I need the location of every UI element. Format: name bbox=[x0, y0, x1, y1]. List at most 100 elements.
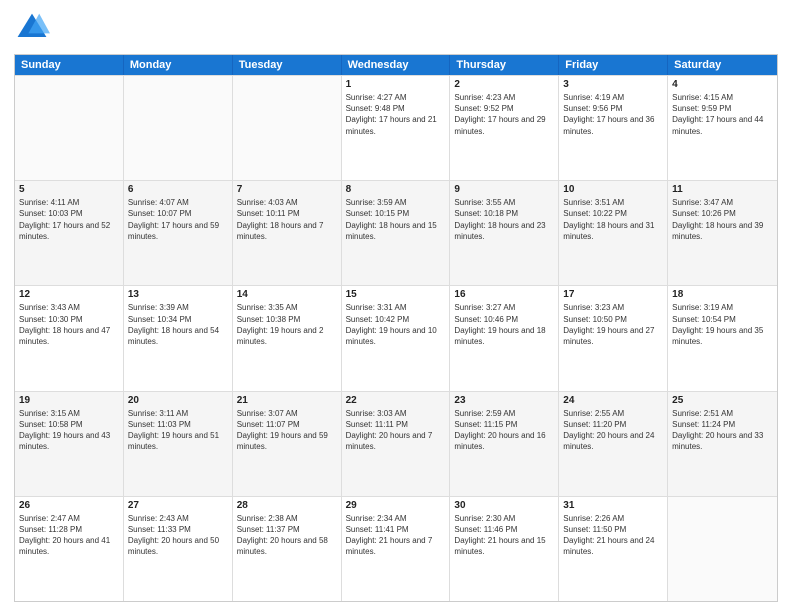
day-info: Sunrise: 4:27 AM Sunset: 9:48 PM Dayligh… bbox=[346, 92, 446, 137]
day-info: Sunrise: 3:19 AM Sunset: 10:54 PM Daylig… bbox=[672, 302, 773, 347]
calendar-cell: 20 Sunrise: 3:11 AM Sunset: 11:03 PM Dayl… bbox=[124, 392, 233, 496]
calendar-cell: 10 Sunrise: 3:51 AM Sunset: 10:22 PM Dayl… bbox=[559, 181, 668, 285]
day-info: Sunrise: 2:55 AM Sunset: 11:20 PM Daylig… bbox=[563, 408, 663, 453]
day-info: Sunrise: 3:03 AM Sunset: 11:11 PM Daylig… bbox=[346, 408, 446, 453]
calendar-header-thursday: Thursday bbox=[450, 55, 559, 75]
calendar-cell: 2Sunrise: 4:23 AM Sunset: 9:52 PM Daylig… bbox=[450, 76, 559, 180]
calendar-cell: 18 Sunrise: 3:19 AM Sunset: 10:54 PM Dayl… bbox=[668, 286, 777, 390]
day-info: Sunrise: 3:11 AM Sunset: 11:03 PM Daylig… bbox=[128, 408, 228, 453]
calendar-cell: 30 Sunrise: 2:30 AM Sunset: 11:46 PM Dayl… bbox=[450, 497, 559, 601]
day-number: 13 bbox=[128, 289, 228, 300]
day-info: Sunrise: 3:27 AM Sunset: 10:46 PM Daylig… bbox=[454, 302, 554, 347]
calendar-cell bbox=[668, 497, 777, 601]
day-info: Sunrise: 2:34 AM Sunset: 11:41 PM Daylig… bbox=[346, 513, 446, 558]
day-info: Sunrise: 2:43 AM Sunset: 11:33 PM Daylig… bbox=[128, 513, 228, 558]
day-info: Sunrise: 2:30 AM Sunset: 11:46 PM Daylig… bbox=[454, 513, 554, 558]
calendar-header-wednesday: Wednesday bbox=[342, 55, 451, 75]
day-info: Sunrise: 3:51 AM Sunset: 10:22 PM Daylig… bbox=[563, 197, 663, 242]
calendar-cell: 6 Sunrise: 4:07 AM Sunset: 10:07 PM Dayli… bbox=[124, 181, 233, 285]
day-info: Sunrise: 2:38 AM Sunset: 11:37 PM Daylig… bbox=[237, 513, 337, 558]
calendar-cell: 11 Sunrise: 3:47 AM Sunset: 10:26 PM Dayl… bbox=[668, 181, 777, 285]
day-number: 10 bbox=[563, 184, 663, 195]
calendar-header-saturday: Saturday bbox=[668, 55, 777, 75]
calendar-cell: 19 Sunrise: 3:15 AM Sunset: 10:58 PM Dayl… bbox=[15, 392, 124, 496]
day-info: Sunrise: 2:47 AM Sunset: 11:28 PM Daylig… bbox=[19, 513, 119, 558]
calendar-cell bbox=[233, 76, 342, 180]
day-number: 12 bbox=[19, 289, 119, 300]
day-number: 15 bbox=[346, 289, 446, 300]
day-number: 16 bbox=[454, 289, 554, 300]
day-number: 30 bbox=[454, 500, 554, 511]
calendar-cell: 12 Sunrise: 3:43 AM Sunset: 10:30 PM Dayl… bbox=[15, 286, 124, 390]
calendar-cell: 13 Sunrise: 3:39 AM Sunset: 10:34 PM Dayl… bbox=[124, 286, 233, 390]
day-info: Sunrise: 3:47 AM Sunset: 10:26 PM Daylig… bbox=[672, 197, 773, 242]
calendar-cell: 23 Sunrise: 2:59 AM Sunset: 11:15 PM Dayl… bbox=[450, 392, 559, 496]
page: SundayMondayTuesdayWednesdayThursdayFrid… bbox=[0, 0, 792, 612]
day-info: Sunrise: 4:11 AM Sunset: 10:03 PM Daylig… bbox=[19, 197, 119, 242]
day-info: Sunrise: 3:35 AM Sunset: 10:38 PM Daylig… bbox=[237, 302, 337, 347]
calendar-cell: 9 Sunrise: 3:55 AM Sunset: 10:18 PM Dayli… bbox=[450, 181, 559, 285]
day-info: Sunrise: 4:07 AM Sunset: 10:07 PM Daylig… bbox=[128, 197, 228, 242]
day-info: Sunrise: 3:23 AM Sunset: 10:50 PM Daylig… bbox=[563, 302, 663, 347]
day-info: Sunrise: 4:03 AM Sunset: 10:11 PM Daylig… bbox=[237, 197, 337, 242]
day-number: 29 bbox=[346, 500, 446, 511]
day-number: 24 bbox=[563, 395, 663, 406]
calendar-header-monday: Monday bbox=[124, 55, 233, 75]
calendar: SundayMondayTuesdayWednesdayThursdayFrid… bbox=[14, 54, 778, 602]
day-info: Sunrise: 4:23 AM Sunset: 9:52 PM Dayligh… bbox=[454, 92, 554, 137]
calendar-cell: 7 Sunrise: 4:03 AM Sunset: 10:11 PM Dayli… bbox=[233, 181, 342, 285]
day-number: 8 bbox=[346, 184, 446, 195]
day-number: 9 bbox=[454, 184, 554, 195]
calendar-body: 1Sunrise: 4:27 AM Sunset: 9:48 PM Daylig… bbox=[15, 75, 777, 601]
day-info: Sunrise: 2:59 AM Sunset: 11:15 PM Daylig… bbox=[454, 408, 554, 453]
logo-icon bbox=[14, 10, 50, 46]
day-number: 25 bbox=[672, 395, 773, 406]
calendar-header-sunday: Sunday bbox=[15, 55, 124, 75]
day-number: 21 bbox=[237, 395, 337, 406]
day-number: 3 bbox=[563, 79, 663, 90]
header bbox=[14, 10, 778, 46]
day-number: 11 bbox=[672, 184, 773, 195]
day-info: Sunrise: 3:15 AM Sunset: 10:58 PM Daylig… bbox=[19, 408, 119, 453]
day-info: Sunrise: 4:15 AM Sunset: 9:59 PM Dayligh… bbox=[672, 92, 773, 137]
day-info: Sunrise: 3:43 AM Sunset: 10:30 PM Daylig… bbox=[19, 302, 119, 347]
calendar-cell: 17 Sunrise: 3:23 AM Sunset: 10:50 PM Dayl… bbox=[559, 286, 668, 390]
calendar-cell: 26 Sunrise: 2:47 AM Sunset: 11:28 PM Dayl… bbox=[15, 497, 124, 601]
calendar-cell: 28 Sunrise: 2:38 AM Sunset: 11:37 PM Dayl… bbox=[233, 497, 342, 601]
calendar-header-row: SundayMondayTuesdayWednesdayThursdayFrid… bbox=[15, 55, 777, 75]
day-info: Sunrise: 3:31 AM Sunset: 10:42 PM Daylig… bbox=[346, 302, 446, 347]
day-number: 6 bbox=[128, 184, 228, 195]
calendar-cell: 4Sunrise: 4:15 AM Sunset: 9:59 PM Daylig… bbox=[668, 76, 777, 180]
calendar-cell: 16 Sunrise: 3:27 AM Sunset: 10:46 PM Dayl… bbox=[450, 286, 559, 390]
calendar-cell: 27Sunrise: 2:43 AM Sunset: 11:33 PM Dayl… bbox=[124, 497, 233, 601]
day-info: Sunrise: 3:59 AM Sunset: 10:15 PM Daylig… bbox=[346, 197, 446, 242]
calendar-cell: 24 Sunrise: 2:55 AM Sunset: 11:20 PM Dayl… bbox=[559, 392, 668, 496]
day-number: 19 bbox=[19, 395, 119, 406]
day-number: 17 bbox=[563, 289, 663, 300]
calendar-header-friday: Friday bbox=[559, 55, 668, 75]
calendar-cell: 21Sunrise: 3:07 AM Sunset: 11:07 PM Dayl… bbox=[233, 392, 342, 496]
day-number: 20 bbox=[128, 395, 228, 406]
day-info: Sunrise: 4:19 AM Sunset: 9:56 PM Dayligh… bbox=[563, 92, 663, 137]
day-number: 18 bbox=[672, 289, 773, 300]
day-number: 5 bbox=[19, 184, 119, 195]
day-number: 26 bbox=[19, 500, 119, 511]
day-number: 28 bbox=[237, 500, 337, 511]
calendar-week-2: 5 Sunrise: 4:11 AM Sunset: 10:03 PM Dayli… bbox=[15, 180, 777, 285]
calendar-cell: 31Sunrise: 2:26 AM Sunset: 11:50 PM Dayl… bbox=[559, 497, 668, 601]
calendar-cell: 5 Sunrise: 4:11 AM Sunset: 10:03 PM Dayli… bbox=[15, 181, 124, 285]
calendar-cell bbox=[124, 76, 233, 180]
calendar-cell: 1Sunrise: 4:27 AM Sunset: 9:48 PM Daylig… bbox=[342, 76, 451, 180]
calendar-cell: 14 Sunrise: 3:35 AM Sunset: 10:38 PM Dayl… bbox=[233, 286, 342, 390]
day-info: Sunrise: 3:39 AM Sunset: 10:34 PM Daylig… bbox=[128, 302, 228, 347]
day-info: Sunrise: 2:26 AM Sunset: 11:50 PM Daylig… bbox=[563, 513, 663, 558]
calendar-cell: 29 Sunrise: 2:34 AM Sunset: 11:41 PM Dayl… bbox=[342, 497, 451, 601]
day-number: 7 bbox=[237, 184, 337, 195]
day-number: 23 bbox=[454, 395, 554, 406]
logo bbox=[14, 10, 54, 46]
calendar-cell bbox=[15, 76, 124, 180]
day-info: Sunrise: 3:55 AM Sunset: 10:18 PM Daylig… bbox=[454, 197, 554, 242]
calendar-header-tuesday: Tuesday bbox=[233, 55, 342, 75]
day-number: 14 bbox=[237, 289, 337, 300]
calendar-week-3: 12 Sunrise: 3:43 AM Sunset: 10:30 PM Dayl… bbox=[15, 285, 777, 390]
